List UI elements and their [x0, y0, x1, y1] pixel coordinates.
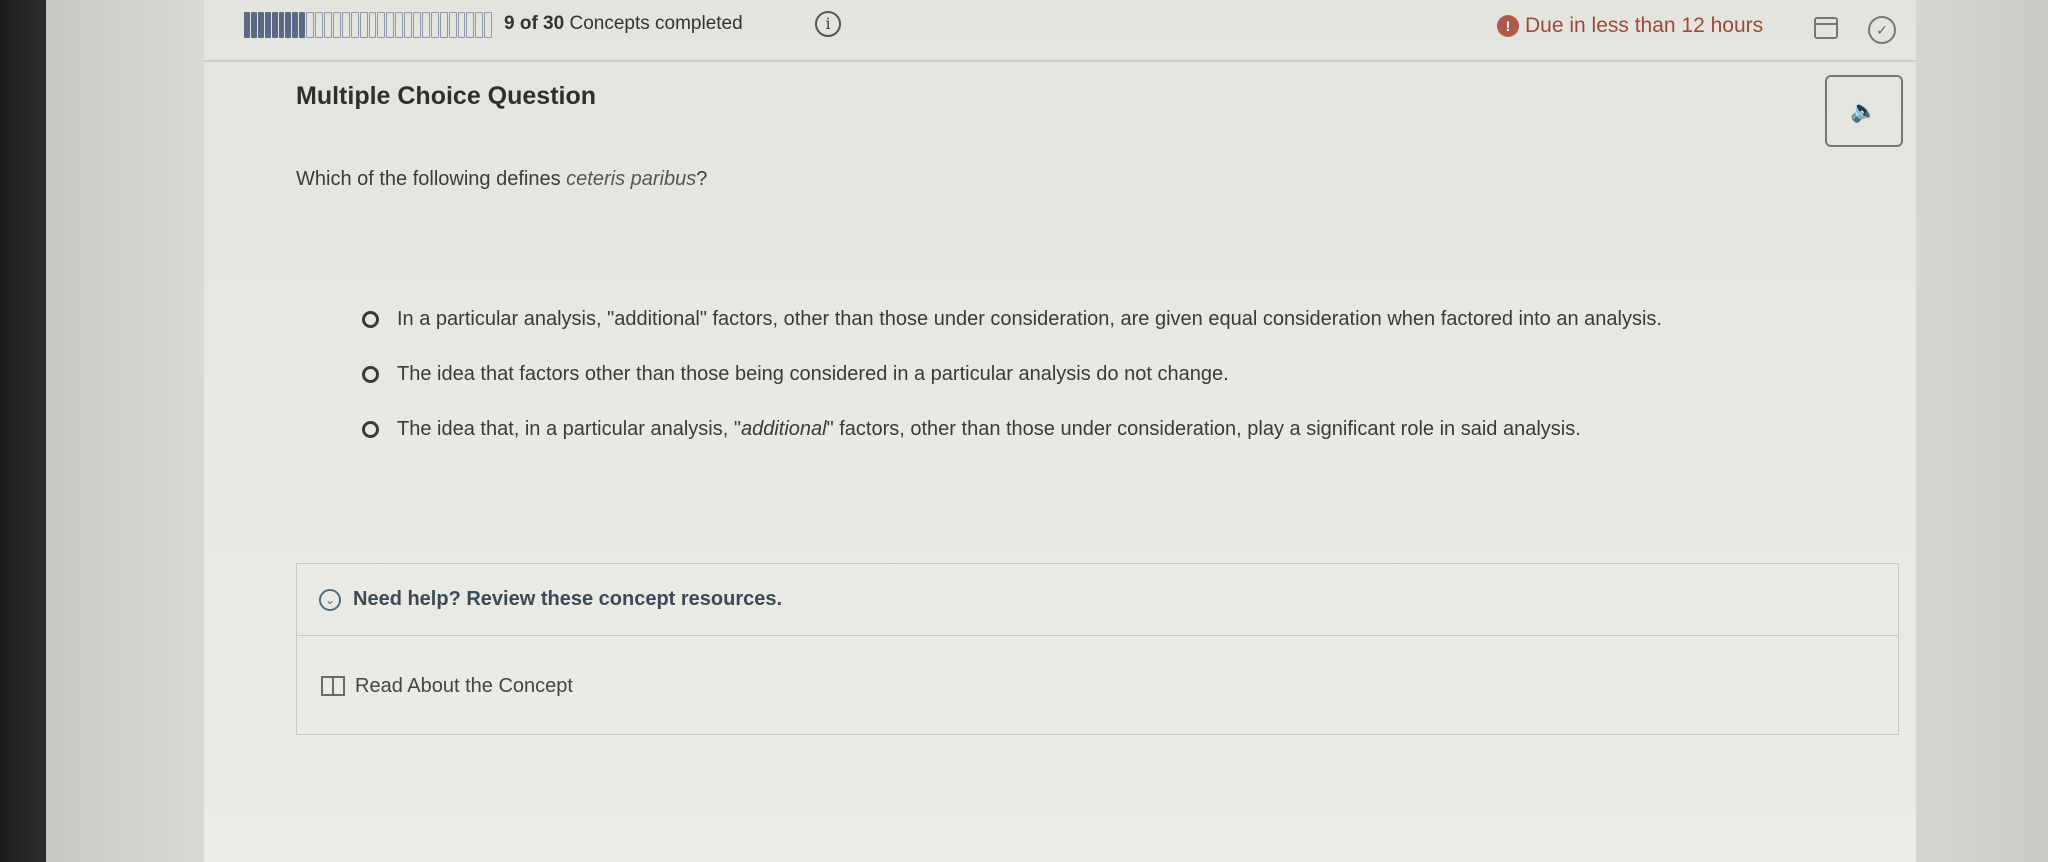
info-icon[interactable]: i	[815, 11, 841, 37]
answer-option[interactable]: The idea that, in a particular analysis,…	[362, 418, 1581, 441]
progress-segment-incomplete	[323, 12, 332, 38]
answer-option[interactable]: In a particular analysis, "additional" f…	[362, 308, 1662, 331]
concepts-progress-text: 9 of 30 Concepts completed	[504, 13, 743, 35]
radio-icon[interactable]	[362, 311, 379, 328]
progress-segment-incomplete	[341, 12, 350, 38]
progress-segment-incomplete	[350, 12, 359, 38]
book-icon	[321, 676, 345, 696]
chevron-down-icon: ⌄	[319, 588, 341, 611]
option-text-italic: additional	[740, 418, 827, 440]
option-text: The idea that factors other than those b…	[397, 363, 1229, 385]
progress-segment-complete	[278, 12, 285, 38]
concepts-count: 9 of 30	[504, 13, 565, 34]
help-title: Need help? Review these concept resource…	[353, 588, 783, 610]
progress-segment-complete	[244, 12, 250, 38]
answer-option[interactable]: The idea that factors other than those b…	[362, 363, 1229, 386]
progress-segment-incomplete	[359, 12, 368, 38]
progress-segment-incomplete	[421, 12, 430, 38]
progress-segment-incomplete	[395, 12, 404, 38]
progress-bar	[244, 12, 493, 38]
option-text-part: " factors, other than those under consid…	[826, 418, 1581, 440]
prompt-text: Which of the following defines	[296, 168, 567, 190]
option-text: The idea that, in a particular analysis,…	[397, 418, 1581, 441]
concepts-label: Concepts completed	[569, 13, 743, 34]
alert-icon: !	[1497, 15, 1519, 37]
progress-segment-complete	[271, 12, 278, 38]
progress-segment-complete	[264, 12, 271, 38]
help-toggle[interactable]: ⌄ Need help? Review these concept resour…	[297, 564, 1898, 636]
help-resources-panel: ⌄ Need help? Review these concept resour…	[296, 563, 1899, 735]
progress-segment-incomplete	[484, 12, 493, 38]
progress-segment-incomplete	[466, 12, 475, 38]
progress-segment-incomplete	[430, 12, 439, 38]
calendar-icon[interactable]	[1814, 17, 1838, 39]
screen: 9 of 30 Concepts completed i ! Due in le…	[46, 0, 2048, 862]
top-bar: 9 of 30 Concepts completed i ! Due in le…	[204, 0, 1916, 62]
screen-bezel	[0, 0, 46, 862]
progress-segment-incomplete	[306, 12, 315, 38]
due-indicator: ! Due in less than 12 hours	[1497, 14, 1763, 38]
progress-segment-incomplete	[386, 12, 395, 38]
progress-segment-incomplete	[377, 12, 386, 38]
progress-segment-incomplete	[332, 12, 341, 38]
progress-segment-incomplete	[413, 12, 421, 38]
progress-segment-complete	[257, 12, 264, 38]
progress-segment-complete	[285, 12, 292, 38]
progress-segment-incomplete	[368, 12, 377, 38]
progress-segment-incomplete	[457, 12, 466, 38]
progress-segment-incomplete	[475, 12, 484, 38]
progress-segment-complete	[250, 12, 257, 38]
progress-segment-complete	[292, 12, 299, 38]
due-text: Due in less than 12 hours	[1525, 14, 1764, 37]
question-prompt: Which of the following defines ceteris p…	[296, 168, 707, 191]
read-concept-link[interactable]: Read About the Concept	[297, 636, 1898, 736]
option-text: In a particular analysis, "additional" f…	[397, 308, 1662, 330]
progress-segment-incomplete	[315, 12, 323, 38]
progress-segment-incomplete	[448, 12, 457, 38]
progress-segment-complete	[299, 12, 306, 38]
question-type-title: Multiple Choice Question	[296, 82, 597, 110]
radio-icon[interactable]	[362, 366, 379, 383]
progress-segment-incomplete	[439, 12, 448, 38]
radio-icon[interactable]	[362, 421, 379, 438]
progress-segment-incomplete	[404, 12, 413, 38]
read-concept-label: Read About the Concept	[355, 674, 573, 697]
option-text-part: The idea that, in a particular analysis,…	[397, 418, 741, 440]
speaker-icon: 🔈	[1850, 98, 1878, 123]
prompt-end: ?	[696, 168, 708, 190]
question-card: 9 of 30 Concepts completed i ! Due in le…	[204, 0, 1916, 862]
audio-button[interactable]: 🔈	[1825, 75, 1903, 147]
prompt-term: ceteris paribus	[566, 168, 697, 190]
check-circle-icon[interactable]: ✓	[1868, 16, 1896, 44]
